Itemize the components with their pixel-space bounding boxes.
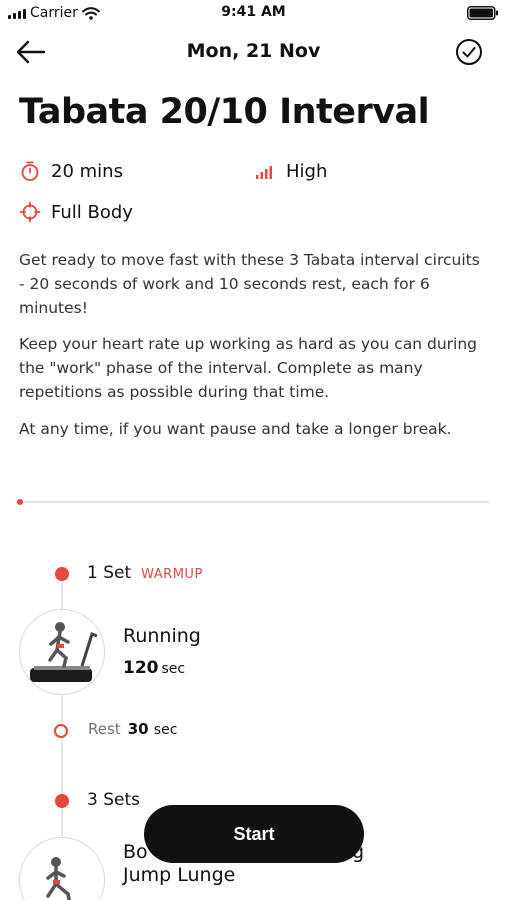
exercise-name: Jump Lunge (123, 864, 236, 886)
status-time: 9:41 AM (221, 4, 286, 20)
rest-item[interactable]: Rest 30 sec (88, 720, 177, 738)
rest-number: 30 (127, 720, 149, 738)
stopwatch-icon (21, 161, 39, 181)
workout-detail-screen: Carrier 9:41 AM Mon, 21 Nov Tabata 20/10… (0, 0, 507, 900)
workout-progress-bar[interactable] (17, 499, 489, 505)
warmup-tag: WARMUP (141, 567, 203, 582)
description-paragraph: At any time, if you want pause and take … (19, 420, 452, 438)
checkmark-circle-icon[interactable] (455, 38, 483, 66)
workout-title: Tabata 20/10 Interval (19, 92, 430, 132)
set-count: 1 Set (87, 563, 132, 583)
progress-indicator (17, 499, 23, 505)
set-count: 3 Sets (87, 790, 140, 810)
lunge-figure-icon (46, 857, 71, 900)
description-paragraph: Get ready to move fast with these 3 Taba… (19, 251, 480, 317)
exercise-thumbnail (19, 609, 105, 695)
rest-marker (54, 724, 68, 738)
duration-info: 20 mins (19, 160, 123, 182)
duration-value: 20 mins (51, 160, 123, 182)
rest-duration: 30 sec (128, 720, 178, 738)
intensity-value: High (286, 160, 328, 182)
status-bar: Carrier 9:41 AM (0, 0, 507, 26)
description-paragraph: Keep your heart rate up working as hard … (19, 335, 478, 401)
exercise-name: Running (123, 625, 201, 647)
duration-unit: sec (161, 661, 186, 677)
crosshair-icon (19, 201, 41, 223)
running-figure-icon (30, 622, 98, 682)
exercise-thumbnail (19, 837, 105, 900)
target-value: Full Body (51, 201, 133, 223)
intensity-info: High (254, 160, 327, 182)
header-date: Mon, 21 Nov (186, 40, 321, 62)
duration-number: 120 (123, 658, 159, 678)
set-marker (55, 794, 69, 808)
exercise-duration: 120 sec (123, 658, 185, 678)
battery-icon (467, 6, 498, 20)
exercise-name: Bo (123, 841, 148, 863)
set-header: 3 Sets (87, 790, 140, 810)
set-marker (55, 567, 69, 581)
start-button[interactable]: Start (144, 805, 364, 863)
set-header: 1 Set WARMUP (87, 563, 203, 583)
rest-label: Rest (88, 720, 121, 738)
target-info: Full Body (19, 201, 133, 223)
intensity-bars-icon (256, 166, 272, 179)
rest-unit: sec (153, 722, 178, 738)
header-bar: Mon, 21 Nov (0, 30, 507, 74)
